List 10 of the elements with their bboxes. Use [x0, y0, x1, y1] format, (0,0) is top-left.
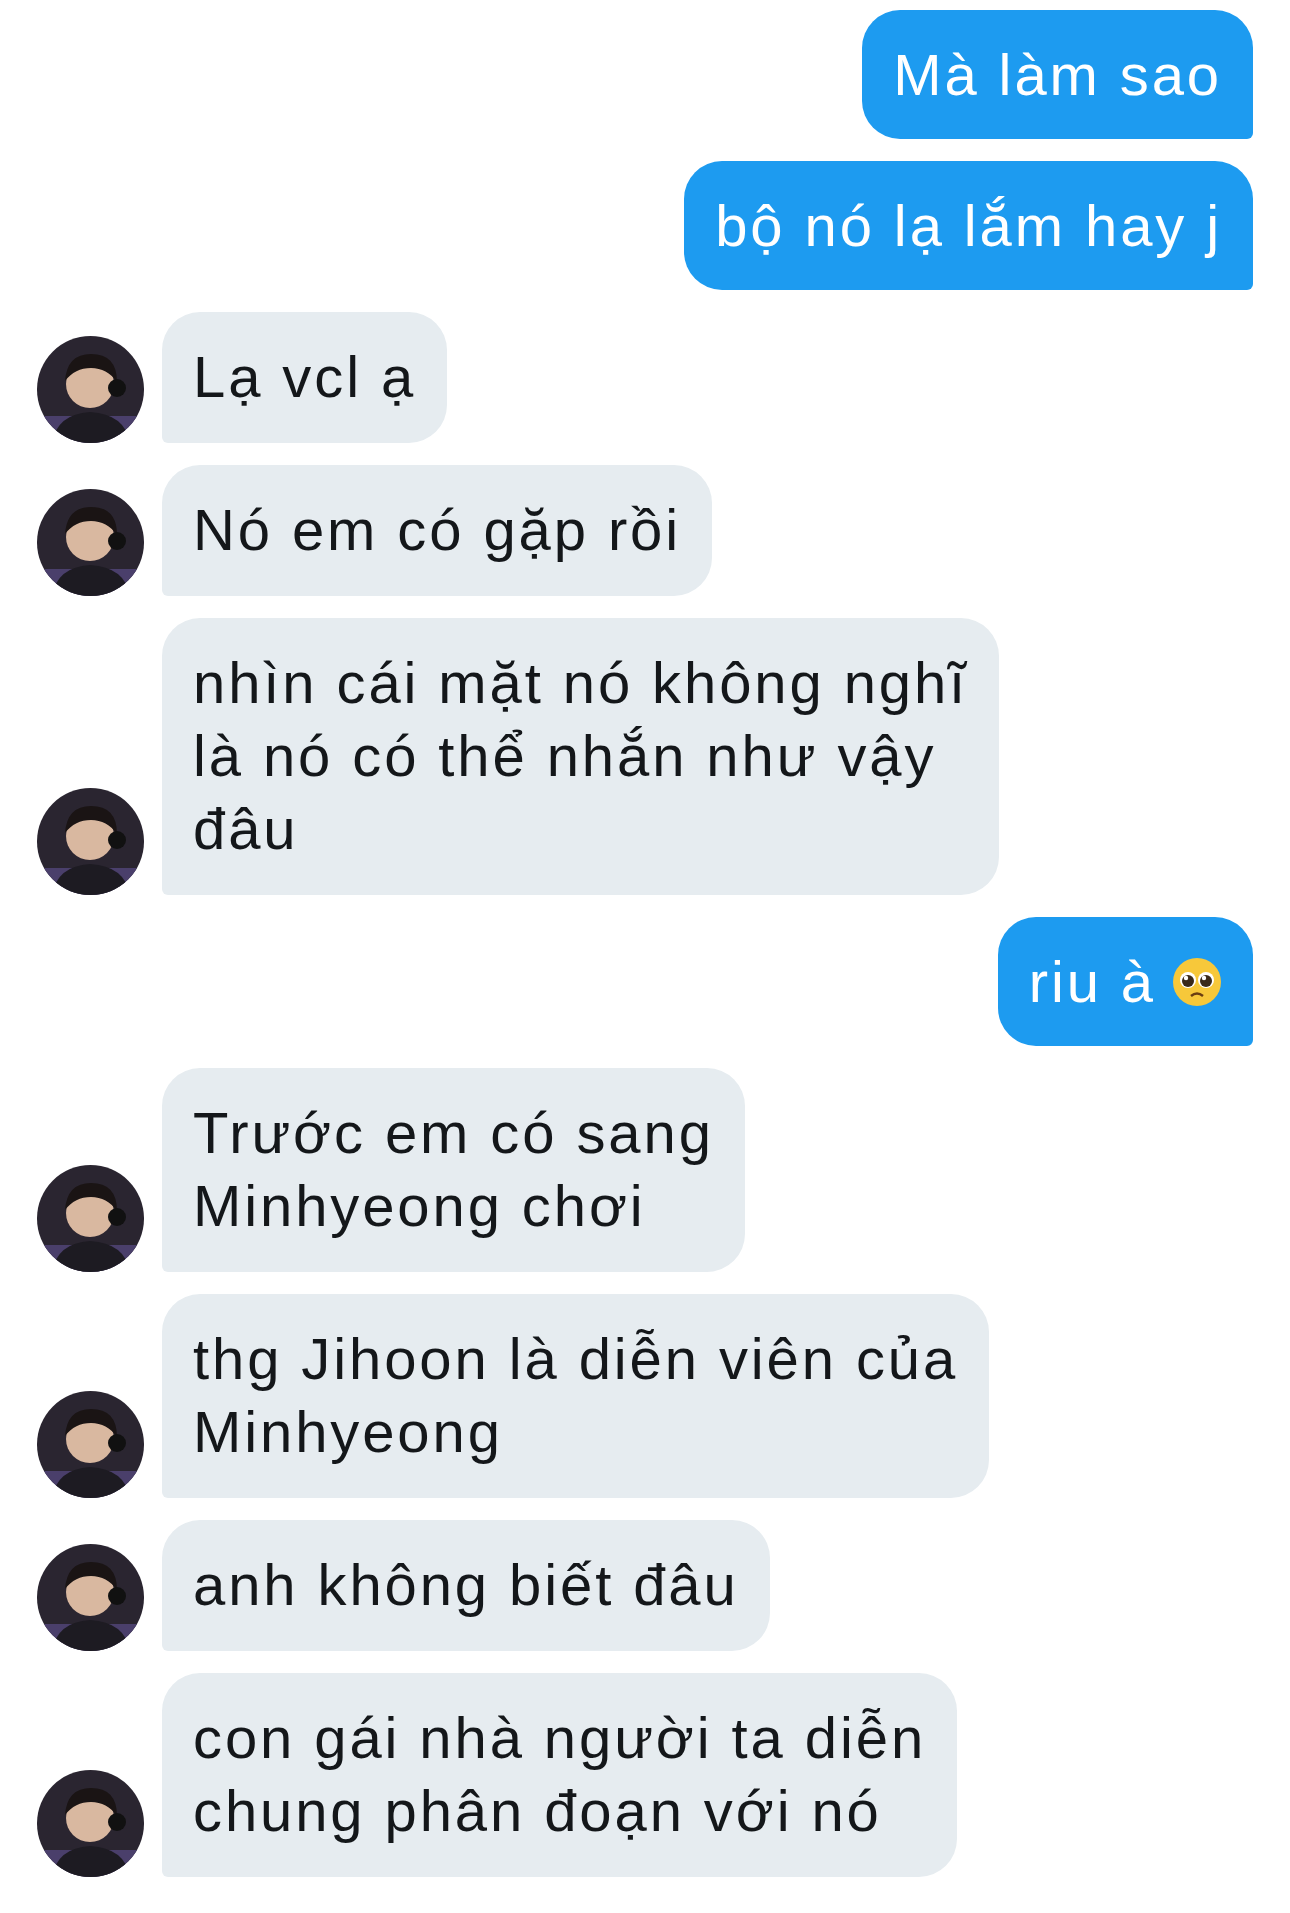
message-text: Lạ vcl ạ	[193, 344, 417, 409]
message-text: Mà làm sao	[893, 41, 1222, 109]
message-text: riu à	[1028, 948, 1156, 1016]
message-text: Nó em có gặp rồi	[193, 497, 682, 562]
message-text: nhìn cái mặt nó không nghĩ là nó có thể nhắn như vậy đâu	[193, 650, 969, 861]
message-text: anh không biết đâu	[193, 1552, 739, 1617]
message-text: thg Jihoon là diễn viên của Minhyeong	[193, 1326, 959, 1464]
message-text: con gái nhà người ta diễn chung phân đoạn với nó	[193, 1705, 927, 1843]
message-text: bộ nó lạ lắm hay j	[715, 192, 1222, 260]
message-text: Trước em có sang Minhyeong chơi	[193, 1100, 714, 1238]
